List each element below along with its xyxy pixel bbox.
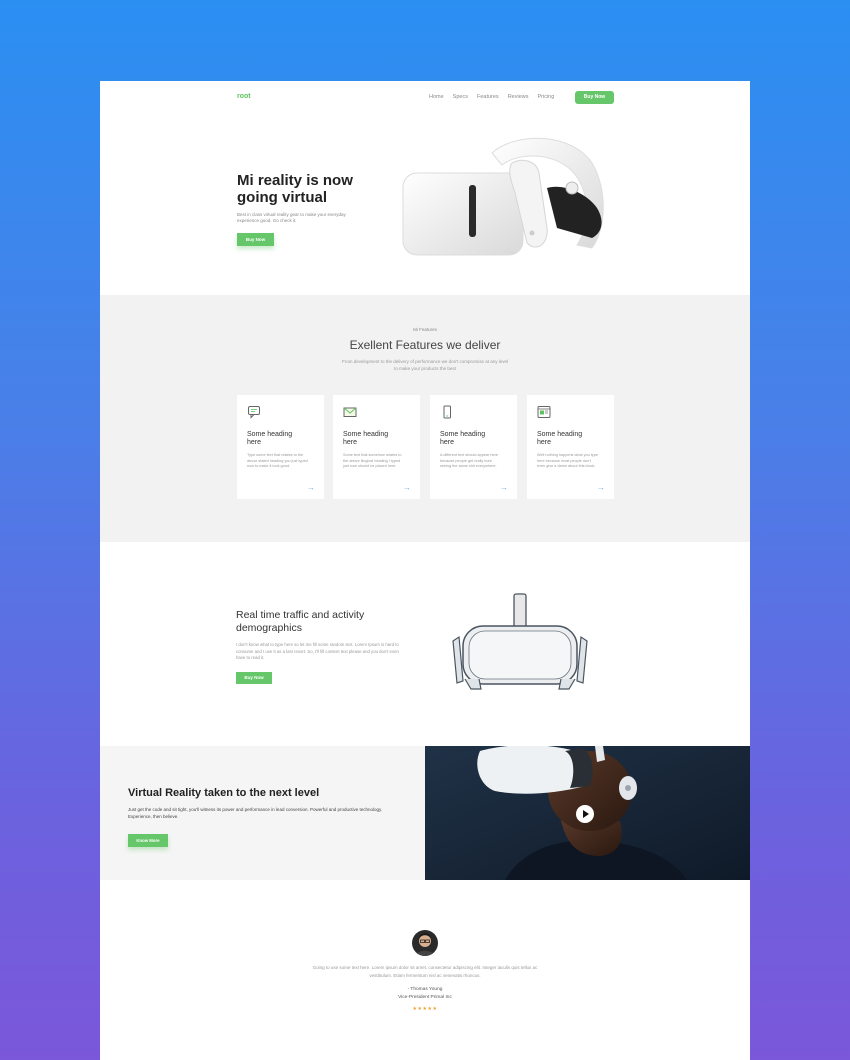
feature-card[interactable]: Some heading here A different text shoul… — [430, 395, 517, 499]
hero-description: Best in class virtual reality gear to ma… — [237, 212, 346, 223]
card-heading: Some heading here — [343, 431, 389, 446]
traffic-buy-now-button[interactable]: Buy Now — [236, 672, 272, 684]
nav-links: Home Specs Features Reviews Pricing — [429, 94, 563, 100]
top-nav: root Home Specs Features Reviews Pricing… — [100, 81, 750, 115]
vr-feature-band: Virtual Reality taken to the next level … — [100, 746, 750, 880]
card-heading: Some heading here — [440, 431, 486, 446]
testimonial-quote: Going to use some text here. Lorem ipsum… — [312, 965, 538, 978]
arrow-right-icon[interactable]: → — [403, 483, 411, 492]
logo[interactable]: root — [237, 93, 251, 100]
card-heading: Some heading here — [247, 431, 293, 446]
know-more-button[interactable]: Know More — [128, 834, 168, 847]
play-button[interactable] — [576, 805, 594, 823]
band-description: Just get the code and sit tight, you'll … — [128, 807, 383, 819]
feature-card[interactable]: Some heading here Well nothing happens w… — [527, 395, 614, 499]
card-text: Some text that somehow relates to the ab… — [343, 453, 402, 469]
feature-card[interactable]: Some heading here Some text that somehow… — [333, 395, 420, 499]
rating-stars: ★★★★★ — [412, 1006, 438, 1012]
card-text: A different text should appear here beca… — [440, 453, 498, 469]
nav-link-specs[interactable]: Specs — [453, 94, 468, 100]
video-player[interactable] — [425, 746, 750, 880]
nav-link-reviews[interactable]: Reviews — [508, 94, 529, 100]
traffic-title: Real time traffic and activity demograph… — [236, 609, 365, 634]
nav-link-pricing[interactable]: Pricing — [537, 94, 554, 100]
browser-icon — [537, 406, 551, 418]
feature-card[interactable]: Some heading here Type some text that re… — [237, 395, 324, 499]
card-text: Well nothing happens what you type here … — [537, 453, 598, 469]
testimonial-name: - Thomas Young — [407, 987, 443, 992]
arrow-right-icon[interactable]: → — [500, 483, 508, 492]
features-eyebrow: Mi Features — [413, 327, 437, 332]
card-heading: Some heading here — [537, 431, 583, 446]
nav-link-features[interactable]: Features — [477, 94, 499, 100]
hero-buy-now-button[interactable]: Buy Now — [237, 233, 274, 246]
testimonial-role: Vice-President Primal Inc — [398, 995, 452, 1000]
features-section: Mi Features Exellent Features we deliver… — [100, 295, 750, 542]
chat-icon — [248, 406, 260, 419]
features-title: Exellent Features we deliver — [349, 338, 501, 352]
avatar — [412, 930, 438, 956]
nav-link-home[interactable]: Home — [429, 94, 444, 100]
mail-icon — [343, 407, 357, 417]
hero-title: Mi reality is now going virtual — [237, 172, 353, 206]
vr-headset-image — [402, 137, 604, 256]
features-subtitle: From development to the delivery of perf… — [342, 359, 508, 371]
band-title: Virtual Reality taken to the next level — [128, 787, 320, 799]
card-text: Type some text that relates to the above… — [247, 453, 308, 469]
phone-icon — [443, 405, 451, 419]
nav-buy-now-button[interactable]: Buy Now — [575, 91, 614, 104]
traffic-description: I don't know what to type here so let me… — [236, 642, 399, 660]
arrow-right-icon[interactable]: → — [597, 483, 605, 492]
arrow-right-icon[interactable]: → — [307, 483, 315, 492]
vr-headset-illustration — [452, 593, 588, 690]
landing-page: root Home Specs Features Reviews Pricing… — [100, 81, 750, 1060]
play-icon — [583, 810, 589, 818]
